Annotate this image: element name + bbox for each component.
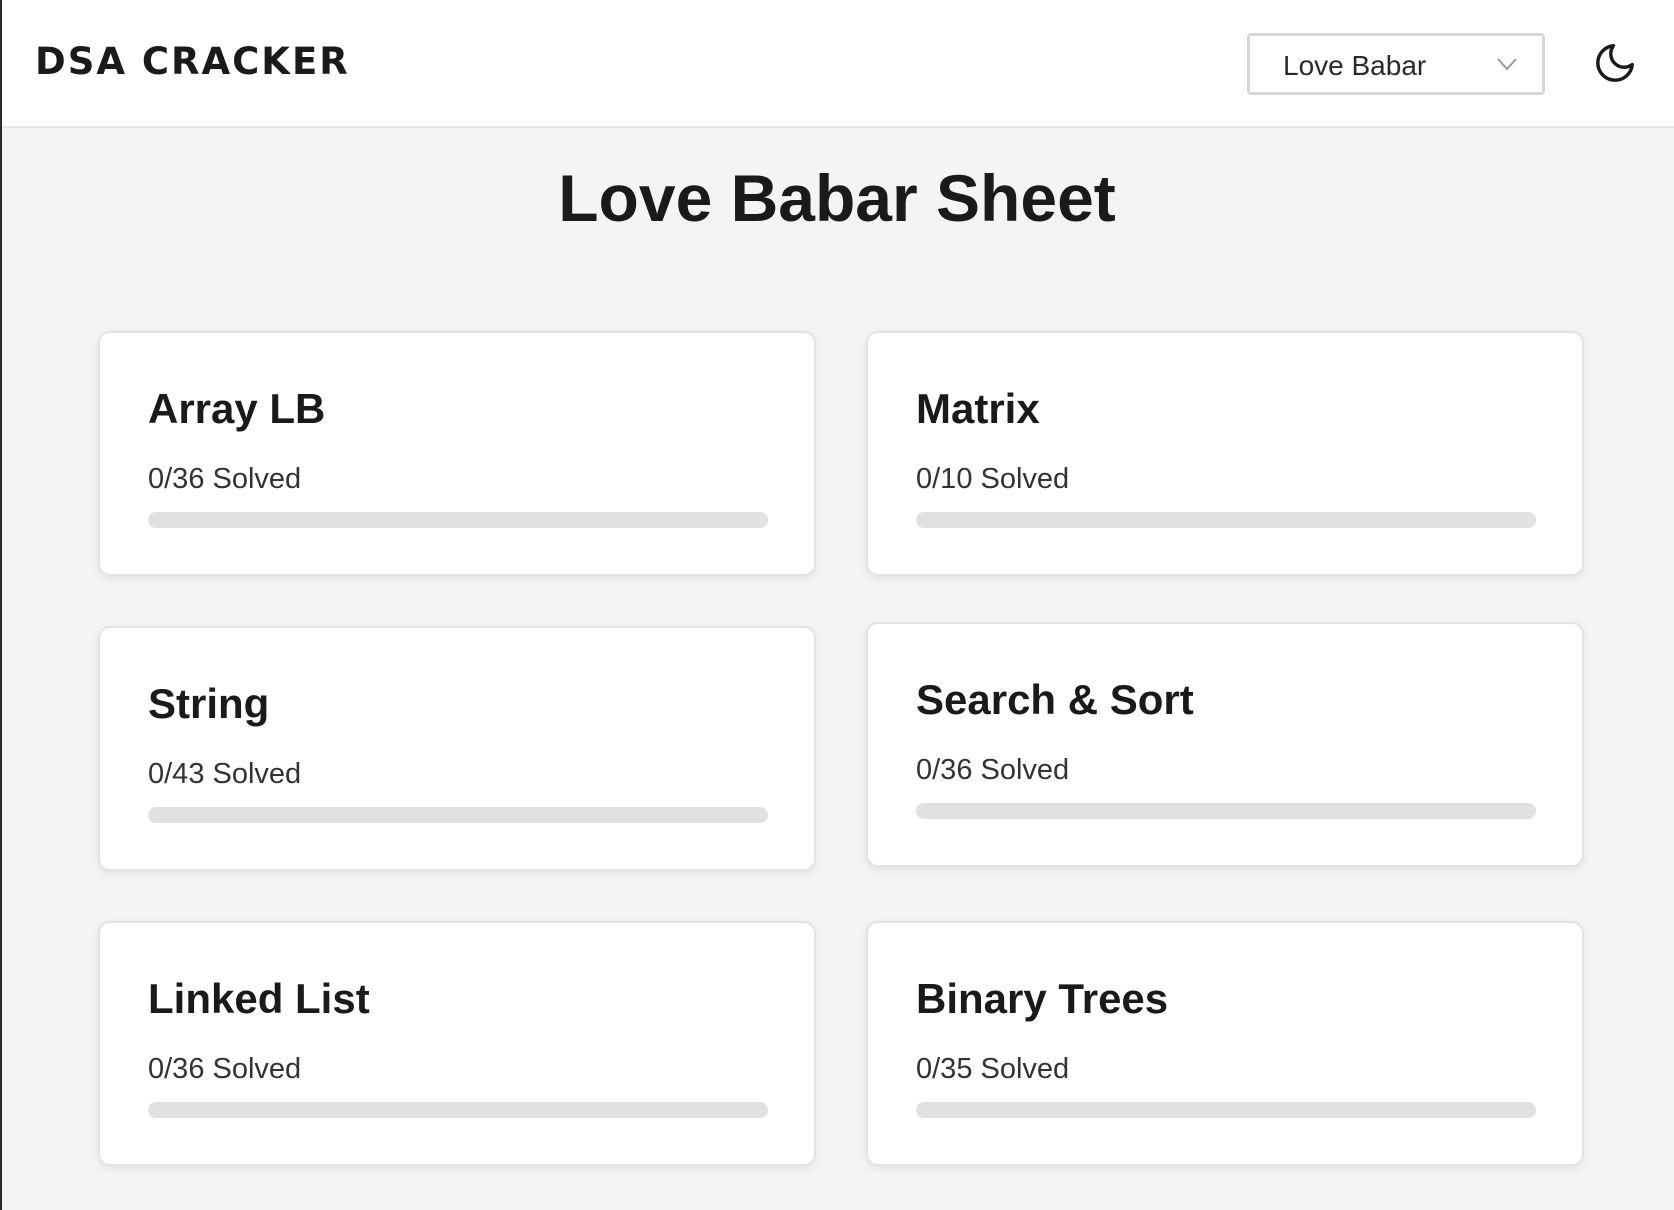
topic-card-linked-list[interactable]: Linked List 0/36 Solved <box>98 921 816 1166</box>
topic-card-title: Linked List <box>148 975 370 1022</box>
topic-card-title: Array LB <box>148 385 326 432</box>
progress-bar <box>148 807 768 823</box>
topic-card-array[interactable]: Array LB 0/36 Solved <box>98 331 816 576</box>
topic-card-progress-text: 0/43 Solved <box>148 758 302 790</box>
topic-card-progress-text: 0/36 Solved <box>148 1053 302 1085</box>
progress-bar <box>148 1102 768 1118</box>
topic-card-progress-text: 0/36 Solved <box>916 754 1070 786</box>
sheet-select-dropdown[interactable]: Love Babar <box>1247 33 1545 95</box>
brand-logo[interactable]: DSA CRACKER <box>35 40 350 83</box>
topic-card-string[interactable]: String 0/43 Solved <box>98 626 816 871</box>
sheet-select-value: Love Babar <box>1283 50 1427 81</box>
page-title: Love Babar Sheet <box>558 161 1116 235</box>
topic-card-matrix[interactable]: Matrix 0/10 Solved <box>866 331 1584 576</box>
chevron-down-icon <box>1497 58 1517 71</box>
navbar: DSA CRACKER Love Babar <box>2 0 1674 128</box>
topic-card-title: Binary Trees <box>916 975 1169 1022</box>
moon-icon[interactable] <box>1592 40 1638 86</box>
progress-bar <box>916 512 1536 528</box>
topic-card-title: Matrix <box>916 385 1040 432</box>
topic-card-progress-text: 0/10 Solved <box>916 463 1070 495</box>
topic-card-binary-trees[interactable]: Binary Trees 0/35 Solved <box>866 921 1584 1166</box>
topic-card-progress-text: 0/36 Solved <box>148 463 302 495</box>
progress-bar <box>148 512 768 528</box>
topic-card-title: Search & Sort <box>916 676 1194 723</box>
topic-card-title: String <box>148 680 270 727</box>
progress-bar <box>916 1102 1536 1118</box>
topic-card-progress-text: 0/35 Solved <box>916 1053 1070 1085</box>
topic-card-search-sort[interactable]: Search & Sort 0/36 Solved <box>866 622 1584 867</box>
progress-bar <box>916 803 1536 819</box>
